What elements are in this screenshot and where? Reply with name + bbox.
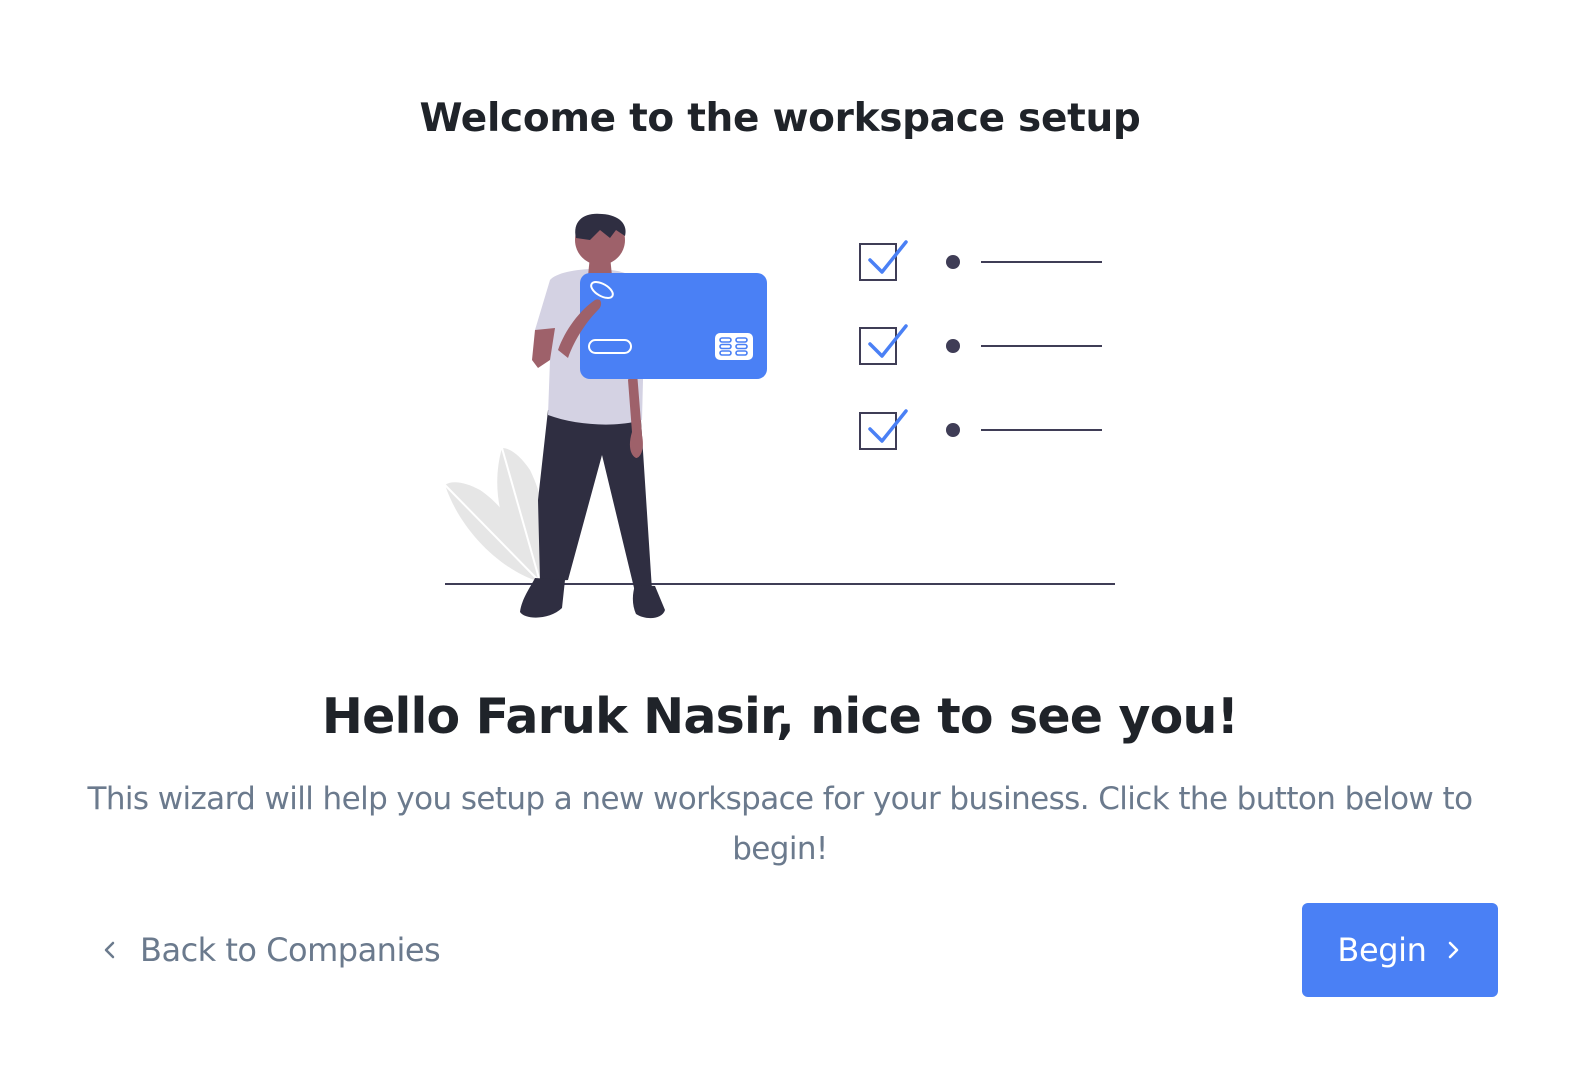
checklist-item bbox=[859, 409, 1102, 450]
credit-card-icon bbox=[558, 273, 767, 379]
greeting-heading: Hello Faruk Nasir, nice to see you! bbox=[321, 688, 1239, 745]
checklist-item bbox=[859, 240, 1102, 281]
back-link-label: Back to Companies bbox=[140, 931, 441, 969]
wizard-description: This wizard will help you setup a new wo… bbox=[87, 781, 1474, 867]
chevron-left-icon bbox=[104, 941, 115, 959]
begin-button[interactable]: Begin bbox=[1302, 903, 1498, 997]
workspace-setup-illustration bbox=[444, 213, 1115, 619]
begin-button-label: Begin bbox=[1337, 931, 1427, 969]
checklist bbox=[859, 240, 1102, 450]
page-title: Welcome to the workspace setup bbox=[419, 96, 1141, 141]
leaf-icon bbox=[444, 447, 547, 583]
back-to-companies-link[interactable]: Back to Companies bbox=[100, 926, 441, 974]
checklist-item bbox=[859, 324, 1102, 365]
chevron-right-icon bbox=[1448, 941, 1458, 959]
